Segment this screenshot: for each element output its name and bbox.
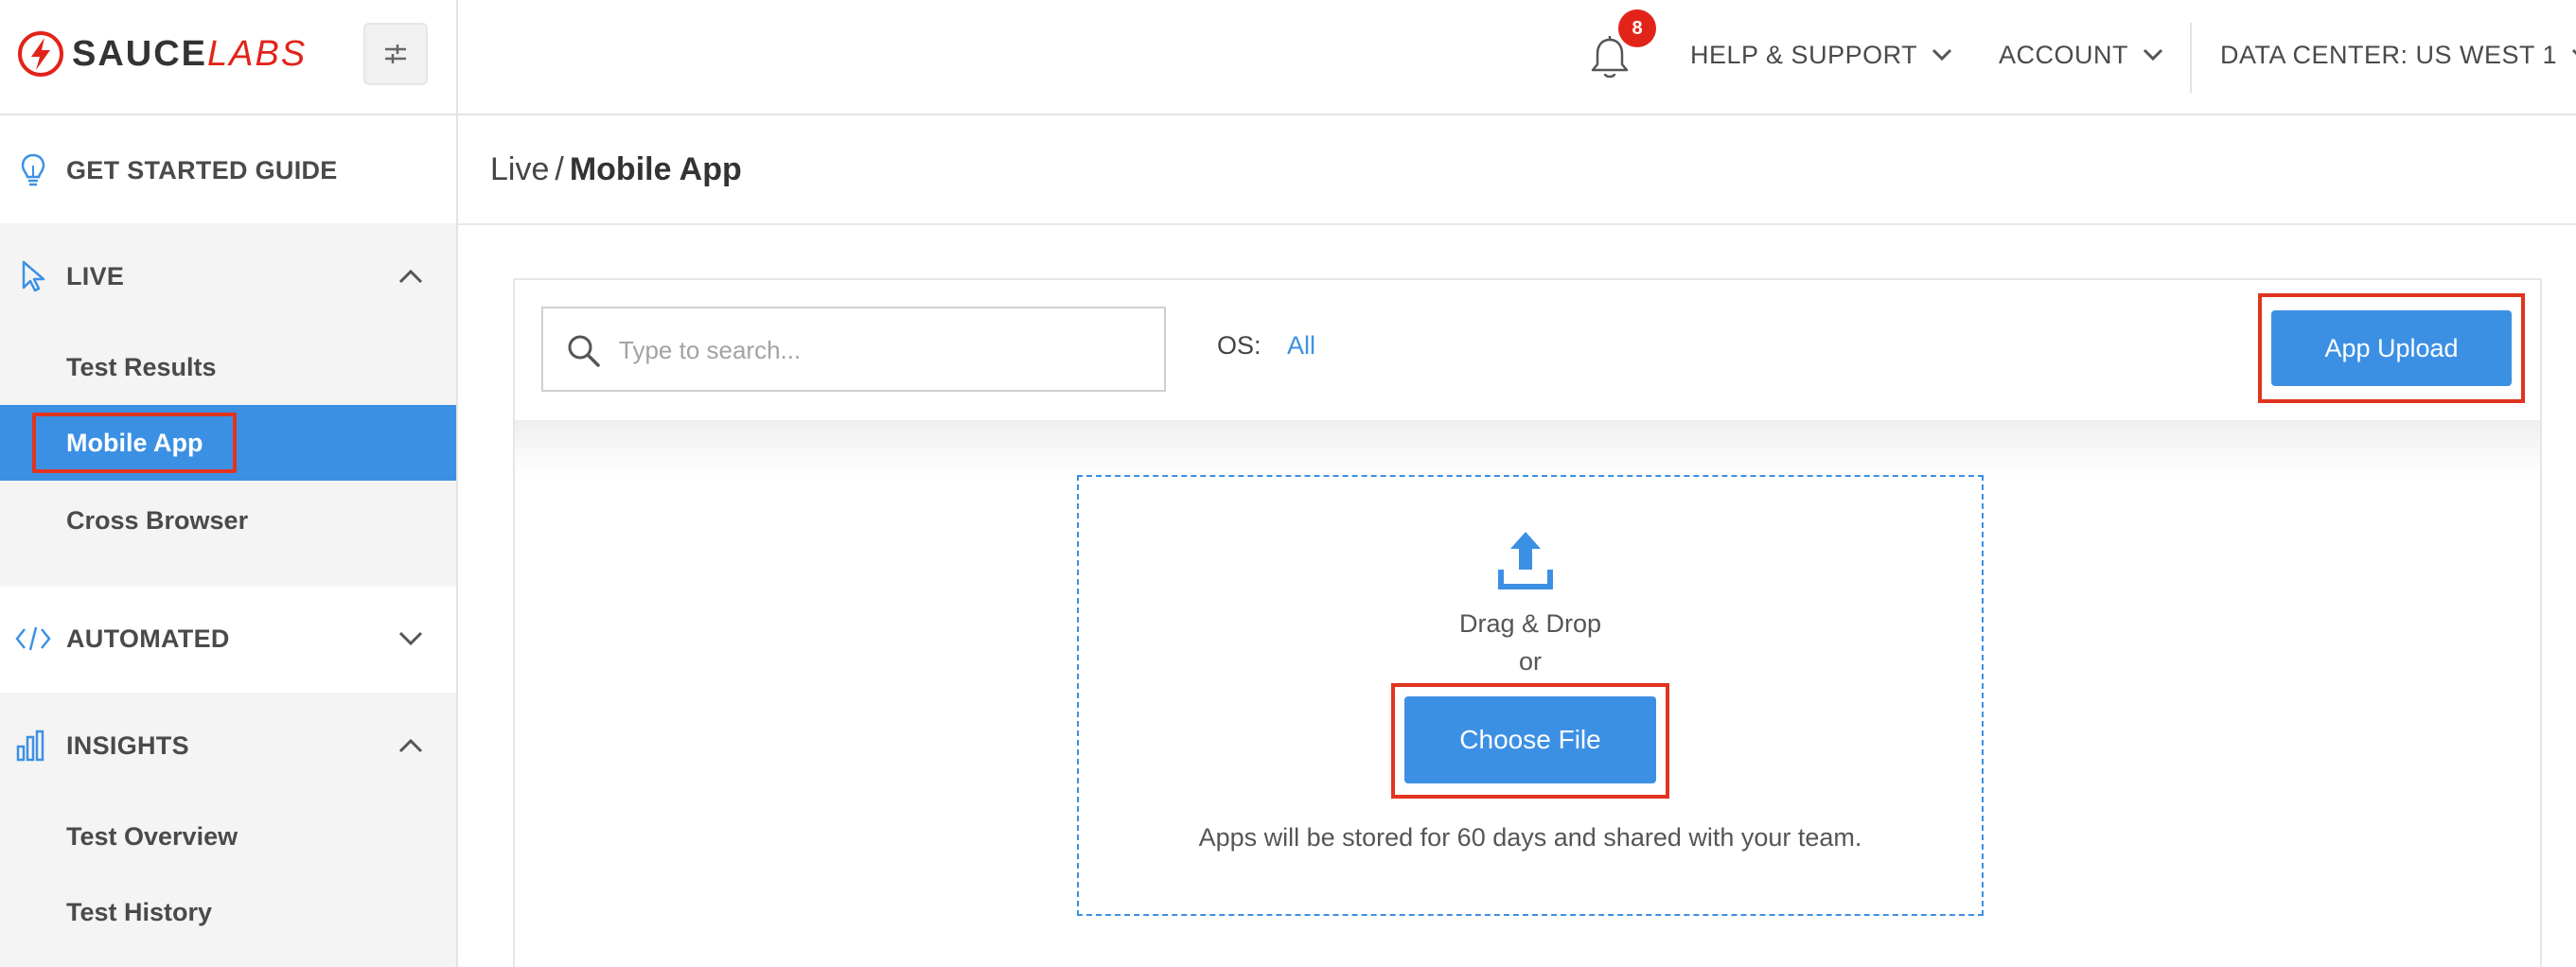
drag-drop-text: Drag & Drop bbox=[1458, 609, 1602, 638]
toolbar: OS: All App Upload bbox=[515, 280, 2540, 420]
topbar-divider bbox=[2190, 23, 2192, 93]
top-bar: 8 HELP & SUPPORT ACCOUNT DATA CENTER: US… bbox=[458, 0, 2576, 115]
code-icon bbox=[15, 621, 51, 657]
storage-note: Apps will be stored for 60 days and shar… bbox=[1198, 823, 1862, 852]
toolbar-shadow bbox=[515, 420, 2540, 477]
sidebar-item-test-overview[interactable]: Test Overview bbox=[0, 799, 456, 874]
file-dropzone[interactable]: Drag & Drop or Choose File Apps will be … bbox=[1077, 475, 1984, 916]
breadcrumb-bar: Live / Mobile App bbox=[458, 117, 2576, 225]
logo-wordmark: SAUCELABS bbox=[72, 34, 307, 75]
sidebar-section-insights[interactable]: INSIGHTS bbox=[0, 693, 456, 799]
sidebar-item-label: Test Results bbox=[66, 352, 217, 381]
bar-chart-icon bbox=[15, 728, 51, 764]
cursor-icon bbox=[15, 258, 51, 294]
main-panel: OS: All App Upload Drag & Drop or Choose… bbox=[513, 278, 2542, 967]
logo-word-labs: LABS bbox=[207, 33, 308, 74]
collapse-sidebar-icon bbox=[385, 44, 406, 63]
help-support-menu[interactable]: HELP & SUPPORT bbox=[1690, 36, 1953, 74]
data-center-label: DATA CENTER: US WEST 1 bbox=[2220, 40, 2558, 69]
sidebar-section-live[interactable]: LIVE bbox=[0, 223, 456, 329]
chevron-up-icon[interactable] bbox=[394, 259, 428, 293]
chevron-down-icon bbox=[2570, 44, 2576, 66]
collapse-sidebar-button[interactable] bbox=[363, 23, 428, 85]
notification-count-badge: 8 bbox=[1618, 9, 1656, 47]
chevron-down-icon bbox=[2142, 44, 2164, 66]
app-upload-button[interactable]: App Upload bbox=[2271, 310, 2512, 386]
sidebar-item-test-history[interactable]: Test History bbox=[0, 874, 456, 950]
os-filter-label: OS: bbox=[1217, 331, 1262, 360]
help-support-label: HELP & SUPPORT bbox=[1690, 40, 1918, 69]
page-title: Mobile App bbox=[569, 151, 742, 187]
lightbulb-icon bbox=[15, 152, 51, 188]
os-filter-value[interactable]: All bbox=[1287, 331, 1315, 360]
logo-row: SAUCELABS bbox=[0, 0, 456, 115]
sidebar-item-label: Test History bbox=[66, 897, 213, 926]
sidebar-item-cross-browser[interactable]: Cross Browser bbox=[0, 483, 456, 558]
sidebar: SAUCELABS GET STARTED GUIDE LIVE Test Re… bbox=[0, 0, 458, 967]
search-input[interactable] bbox=[619, 327, 1149, 373]
account-menu[interactable]: ACCOUNT bbox=[1999, 36, 2164, 74]
app-root: SAUCELABS GET STARTED GUIDE LIVE Test Re… bbox=[0, 0, 2576, 967]
sidebar-item-mobile-app[interactable]: Mobile App bbox=[0, 405, 456, 481]
account-label: ACCOUNT bbox=[1999, 40, 2128, 69]
sidebar-label-insights: INSIGHTS bbox=[66, 730, 189, 760]
chevron-down-icon bbox=[1931, 44, 1953, 66]
or-text: or bbox=[1518, 647, 1542, 676]
chevron-down-icon[interactable] bbox=[394, 622, 428, 656]
data-center-menu[interactable]: DATA CENTER: US WEST 1 bbox=[2220, 36, 2576, 74]
sidebar-item-label: Test Overview bbox=[66, 821, 238, 851]
sidebar-label-live: LIVE bbox=[66, 261, 125, 290]
sidebar-item-get-started[interactable]: GET STARTED GUIDE bbox=[0, 119, 456, 221]
sidebar-item-label: Cross Browser bbox=[66, 505, 249, 535]
sidebar-item-label: Mobile App bbox=[66, 428, 203, 457]
saucelabs-logo[interactable]: SAUCELABS bbox=[17, 30, 307, 78]
breadcrumb-separator: / bbox=[555, 151, 564, 187]
breadcrumb-parent[interactable]: Live bbox=[490, 151, 549, 187]
search-box bbox=[541, 307, 1166, 392]
sidebar-section-automated[interactable]: AUTOMATED bbox=[0, 587, 456, 691]
breadcrumb: Live / Mobile App bbox=[490, 151, 742, 188]
sidebar-label-automated: AUTOMATED bbox=[66, 624, 230, 653]
logo-word-sauce: SAUCE bbox=[72, 33, 208, 74]
choose-file-button[interactable]: Choose File bbox=[1404, 696, 1656, 783]
upload-icon bbox=[1498, 532, 1553, 589]
saucelabs-logo-icon bbox=[18, 31, 63, 77]
sidebar-label-get-started: GET STARTED GUIDE bbox=[66, 155, 338, 185]
search-icon bbox=[568, 335, 600, 367]
chevron-up-icon[interactable] bbox=[394, 729, 428, 763]
sidebar-item-test-results[interactable]: Test Results bbox=[0, 329, 456, 405]
